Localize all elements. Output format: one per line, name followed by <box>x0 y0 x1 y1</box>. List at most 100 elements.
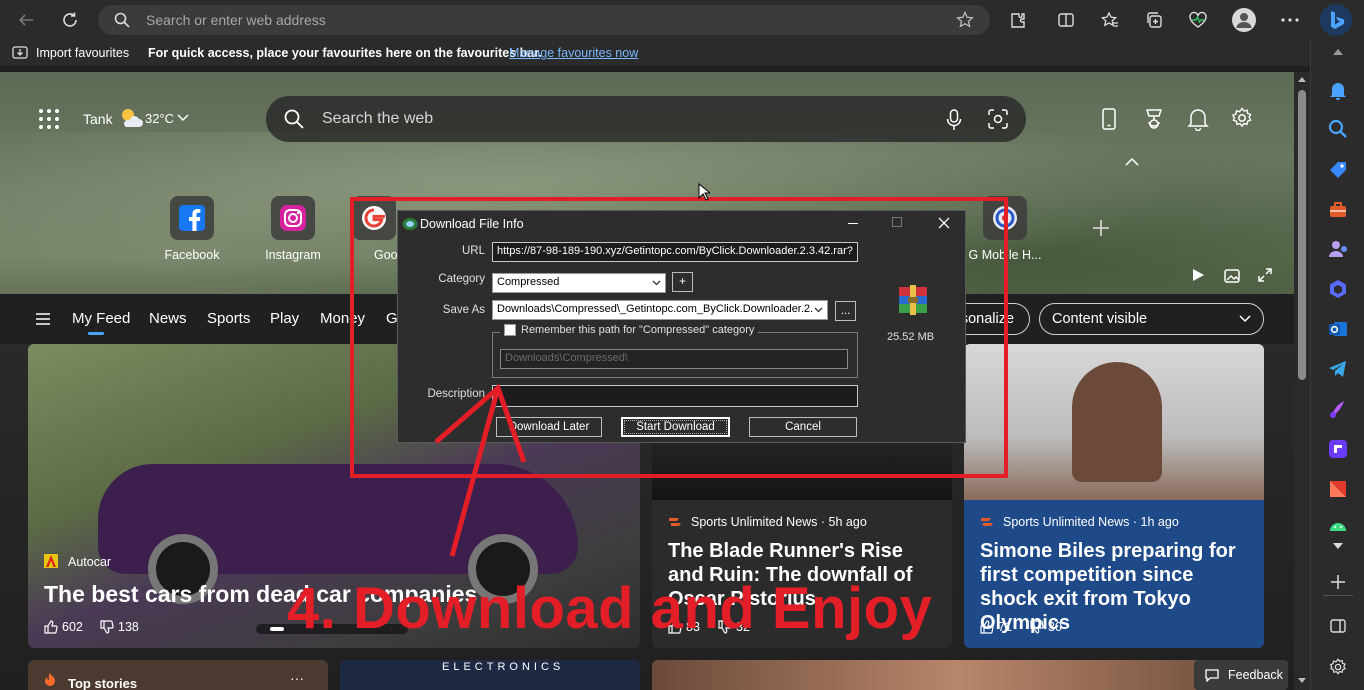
sidebar-scroll-down-icon[interactable] <box>1333 543 1343 550</box>
feedback-button[interactable]: Feedback <box>1194 660 1288 690</box>
page-settings-gear-icon[interactable] <box>1231 107 1253 129</box>
sidebar-games-icon[interactable] <box>1328 239 1348 259</box>
collapse-chevron-up-icon[interactable] <box>1125 158 1139 166</box>
tab-play[interactable]: Play <box>270 310 299 327</box>
sidebar-android-icon[interactable] <box>1328 519 1348 531</box>
active-tab-indicator <box>88 332 104 335</box>
search-icon <box>114 12 130 28</box>
dislike-button[interactable]: 138 <box>100 620 139 634</box>
card-title[interactable]: Simone Biles preparing for first competi… <box>980 539 1255 635</box>
sidebar-copilot-icon[interactable] <box>1328 279 1348 299</box>
hamburger-menu-icon[interactable] <box>36 313 50 325</box>
sports-unlimited-logo-icon <box>668 515 682 529</box>
weather-temperature: 32°C <box>145 111 175 126</box>
more-menu-icon[interactable] <box>1274 4 1306 36</box>
dislike-button[interactable]: 30 <box>1030 620 1062 634</box>
thumbs-up-icon <box>980 620 994 634</box>
top-stories-card[interactable]: Top stories ··· <box>28 660 328 690</box>
sidebar-outlook-icon[interactable] <box>1328 319 1348 339</box>
web-search-box[interactable]: Search the web <box>266 96 1026 142</box>
favourite-star-icon[interactable] <box>956 11 974 29</box>
news-card-simone-biles[interactable]: Sports Unlimited News · 1h ago Simone Bi… <box>964 344 1264 648</box>
chevron-down-icon[interactable] <box>177 114 189 122</box>
sidebar-notifications-icon[interactable] <box>1328 80 1348 100</box>
chevron-down-icon <box>1239 315 1251 323</box>
annotation-caption: 4. Download and Enjoy <box>287 576 933 641</box>
profile-avatar[interactable] <box>1232 8 1256 32</box>
sidebar-telegram-icon[interactable] <box>1328 359 1348 379</box>
collections-icon[interactable] <box>1138 4 1170 36</box>
quick-link-instagram[interactable]: Instagram <box>243 196 343 262</box>
quick-link-label: Facebook <box>164 248 220 262</box>
thumbs-down-icon <box>1030 620 1044 634</box>
add-quick-link-plus-icon[interactable] <box>1091 218 1111 238</box>
tab-sports[interactable]: Sports <box>207 310 250 327</box>
weather-location[interactable]: Tank <box>83 111 113 127</box>
favourites-hint: For quick access, place your favourites … <box>148 46 542 60</box>
tab-news[interactable]: News <box>149 310 187 327</box>
scroll-down-arrow-icon[interactable] <box>1298 678 1306 684</box>
autocar-logo-icon <box>44 554 58 568</box>
card-source: Sports Unlimited News · 5h ago <box>691 515 867 529</box>
scroll-thumb[interactable] <box>1298 90 1306 380</box>
sidebar-designer-icon[interactable] <box>1328 399 1348 419</box>
like-button[interactable]: 602 <box>44 620 83 634</box>
search-icon <box>284 109 304 129</box>
extensions-icon[interactable] <box>1002 4 1034 36</box>
quick-link-facebook[interactable]: Facebook <box>142 196 242 262</box>
sidebar-office-icon[interactable] <box>1328 479 1348 499</box>
dislike-count: 138 <box>118 620 139 634</box>
sidebar-shopping-icon[interactable] <box>1328 160 1348 180</box>
rewards-icon[interactable] <box>1143 108 1165 130</box>
electronics-card[interactable]: ELECTRONICS <box>340 660 640 690</box>
import-favourites-icon <box>12 45 28 60</box>
import-favourites-button[interactable]: Import favourites <box>36 46 129 60</box>
feedback-icon <box>1205 669 1219 682</box>
sports-unlimited-logo-icon <box>980 515 994 529</box>
instagram-icon <box>271 196 315 240</box>
apps-launcher-icon[interactable] <box>38 108 60 130</box>
page-scrollbar[interactable] <box>1294 72 1310 690</box>
content-visible-dropdown[interactable]: Content visible <box>1039 303 1264 335</box>
web-search-placeholder: Search the web <box>322 110 434 127</box>
address-placeholder: Search or enter web address <box>146 12 326 28</box>
mouse-cursor-icon <box>698 183 710 201</box>
sidebar-app-icon[interactable] <box>1328 439 1348 459</box>
carousel-dot-active <box>270 627 284 631</box>
partly-sunny-icon <box>118 106 144 130</box>
notifications-bell-icon[interactable] <box>1187 107 1209 131</box>
image-info-icon[interactable] <box>1224 268 1240 284</box>
manage-favourites-link[interactable]: Manage favourites now <box>509 46 638 60</box>
more-options-icon[interactable]: ··· <box>290 670 304 686</box>
scroll-up-arrow-icon[interactable] <box>1298 76 1306 82</box>
mobile-device-icon[interactable] <box>1102 108 1116 130</box>
expand-icon[interactable] <box>1258 268 1272 282</box>
bing-copilot-icon[interactable] <box>1320 4 1352 36</box>
play-video-icon[interactable] <box>1191 268 1205 282</box>
fire-icon <box>44 673 56 687</box>
refresh-icon[interactable] <box>54 4 86 36</box>
sidebar-scroll-up-icon[interactable] <box>1333 48 1343 55</box>
thumbs-down-icon <box>100 620 114 634</box>
sidebar-divider <box>1323 595 1353 596</box>
bottom-news-card[interactable] <box>652 660 1264 690</box>
annotation-arrow-icon <box>434 383 527 557</box>
browser-toolbar: Search or enter web address <box>0 0 1364 40</box>
visual-search-icon[interactable] <box>988 109 1008 129</box>
like-count: 71 <box>998 620 1012 634</box>
facebook-icon <box>170 196 214 240</box>
sidebar-hide-panel-icon[interactable] <box>1330 619 1346 633</box>
browser-essentials-icon[interactable] <box>1182 4 1214 36</box>
microphone-icon[interactable] <box>946 109 962 131</box>
address-bar[interactable]: Search or enter web address <box>98 5 990 35</box>
sidebar-add-icon[interactable] <box>1330 574 1346 590</box>
split-screen-icon[interactable] <box>1050 4 1082 36</box>
sidebar-settings-gear-icon[interactable] <box>1329 658 1347 676</box>
tab-my-feed[interactable]: My Feed <box>72 310 130 327</box>
athlete-image <box>1072 362 1162 482</box>
sidebar-search-icon[interactable] <box>1328 119 1348 139</box>
like-button[interactable]: 71 <box>980 620 1012 634</box>
favourites-icon[interactable] <box>1094 4 1126 36</box>
sidebar-tools-icon[interactable] <box>1328 200 1348 220</box>
back-icon[interactable] <box>10 4 42 36</box>
